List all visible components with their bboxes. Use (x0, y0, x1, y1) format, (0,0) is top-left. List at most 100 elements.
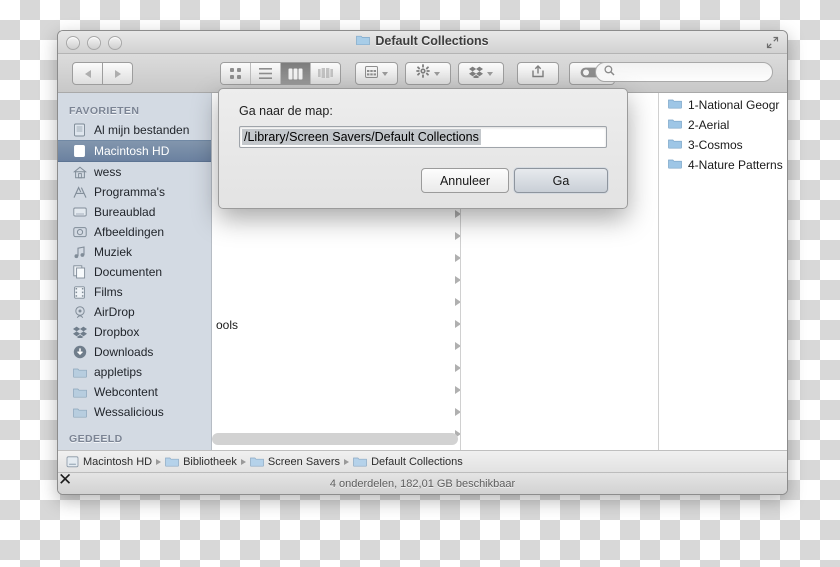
list-item[interactable]: 4-Nature Patterns (668, 155, 783, 175)
sidebar-item-label: wess (94, 165, 122, 179)
chevron-down-icon (434, 71, 440, 76)
sidebar-section-header-favorieten: FAVORIETEN (69, 105, 140, 117)
sidebar-item-label: Webcontent (94, 385, 158, 399)
fullscreen-expand-icon[interactable] (766, 36, 779, 49)
back-arrow-icon[interactable] (72, 62, 103, 85)
sidebar-item-downloads[interactable]: Downloads (58, 342, 211, 362)
file-list: 1-National Geogr 2-Aerial 3-Cosmos 4-Nat… (668, 95, 783, 175)
share-arrow-icon (531, 64, 545, 83)
sidebar-item-appletips[interactable]: appletips (58, 362, 211, 382)
breadcrumb-separator-icon (344, 458, 350, 465)
sidebar-item-webcontent[interactable]: Webcontent (58, 382, 211, 402)
sidebar-item-dropbox[interactable]: Dropbox (58, 322, 211, 342)
forward-arrow-icon[interactable] (103, 62, 133, 85)
list-item-label: 1-National Geogr (688, 98, 780, 112)
folder-icon (72, 405, 87, 420)
window-title-text: Default Collections (375, 34, 489, 48)
documents-icon (72, 265, 87, 280)
disclosure-triangle[interactable] (452, 357, 464, 379)
horizontal-scrollbar[interactable] (212, 433, 458, 445)
cancel-button[interactable]: Annuleer (421, 168, 509, 193)
sidebar-item-wessalicious[interactable]: Wessalicious (58, 402, 211, 422)
applications-icon (72, 185, 87, 200)
sidebar-item-label: Wessalicious (94, 405, 164, 419)
breadcrumb-item-default-collections[interactable]: Default Collections (353, 456, 463, 468)
dropbox-icon (469, 65, 483, 83)
page-title: Default Collections (58, 34, 787, 48)
partial-column-item[interactable]: ools (216, 318, 238, 332)
sidebar-item-muziek[interactable]: Muziek (58, 242, 211, 262)
path-input-value[interactable]: /Library/Screen Savers/Default Collectio… (242, 129, 481, 145)
window-titlebar[interactable]: Default Collections (58, 31, 787, 54)
list-view-button[interactable] (250, 63, 280, 84)
share-button[interactable] (517, 62, 559, 85)
close-marker-icon[interactable]: ✕ (58, 471, 72, 488)
folder-icon (668, 98, 682, 112)
search-field[interactable] (595, 62, 773, 82)
downloads-arrow-icon (72, 345, 87, 360)
list-item[interactable]: 3-Cosmos (668, 135, 783, 155)
disclosure-triangle[interactable] (452, 291, 464, 313)
go-to-folder-dialog: Ga naar de map: /Library/Screen Savers/D… (218, 88, 628, 209)
music-note-icon (72, 245, 87, 260)
sidebar-item-label: Muziek (94, 245, 133, 259)
chevron-down-icon (382, 71, 388, 76)
action-button[interactable] (405, 62, 451, 85)
sidebar-item-macintosh-hd[interactable]: Macintosh HD (58, 140, 211, 162)
disclosure-triangle[interactable] (452, 225, 464, 247)
sidebar-item-al-mijn-bestanden[interactable]: Al mijn bestanden (58, 120, 211, 140)
list-item-label: 2-Aerial (688, 118, 730, 132)
sidebar-section-header-gedeeld: GEDEELD (69, 433, 123, 445)
movies-film-icon (72, 285, 87, 300)
list-item-label: 3-Cosmos (688, 138, 743, 152)
sidebar-item-wess[interactable]: wess (58, 162, 211, 182)
sidebar-item-label: Downloads (94, 345, 154, 359)
sidebar-item-label: Bureaublad (94, 205, 156, 219)
folder-icon (72, 365, 87, 380)
airdrop-icon (72, 305, 87, 320)
list-item-label: 4-Nature Patterns (688, 158, 783, 172)
sidebar-item-label: Films (94, 285, 123, 299)
sidebar-item-bureaublad[interactable]: Bureaublad (58, 202, 211, 222)
status-text: 4 onderdelen, 182,01 GB beschikbaar (329, 477, 516, 490)
desktop-icon (72, 205, 87, 220)
breadcrumb-separator-icon (156, 458, 162, 465)
chevron-down-icon (487, 71, 493, 76)
breadcrumb-separator-icon (240, 458, 246, 465)
disclosure-triangle[interactable] (452, 247, 464, 269)
icon-view-button[interactable] (221, 63, 250, 84)
status-bar: 4 onderdelen, 182,01 GB beschikbaar (58, 472, 787, 494)
breadcrumb-item-bibliotheek[interactable]: Bibliotheek (165, 456, 237, 468)
hard-disk-icon (72, 144, 87, 159)
arrange-grid-icon (365, 65, 378, 83)
breadcrumb-item-screen-savers[interactable]: Screen Savers (250, 456, 340, 468)
sidebar-item-afbeeldingen[interactable]: Afbeeldingen (58, 222, 211, 242)
sidebar: FAVORIETEN Al mijn bestanden Macintosh H… (58, 93, 212, 474)
search-input[interactable] (620, 65, 764, 79)
folder-icon (668, 118, 682, 132)
disclosure-triangle[interactable] (452, 379, 464, 401)
arrange-button[interactable] (355, 62, 398, 85)
sidebar-item-documenten[interactable]: Documenten (58, 262, 211, 282)
list-item[interactable]: 1-National Geogr (668, 95, 783, 115)
go-button[interactable]: Ga (514, 168, 608, 193)
sidebar-item-airdrop[interactable]: AirDrop (58, 302, 211, 322)
list-item[interactable]: 2-Aerial (668, 115, 783, 135)
navigation-buttons (72, 62, 133, 85)
breadcrumb: Macintosh HD Bibliotheek Screen Savers D… (58, 450, 787, 472)
coverflow-view-button[interactable] (310, 63, 340, 84)
gear-icon (416, 64, 430, 83)
home-icon (72, 165, 87, 180)
breadcrumb-item-macintosh-hd[interactable]: Macintosh HD (66, 456, 152, 468)
disclosure-triangle[interactable] (452, 313, 464, 335)
disclosure-triangle[interactable] (452, 335, 464, 357)
sidebar-item-films[interactable]: Films (58, 282, 211, 302)
column-view-button[interactable] (280, 63, 310, 84)
disclosure-triangle[interactable] (452, 401, 464, 423)
sidebar-item-programmas[interactable]: Programma's (58, 182, 211, 202)
path-field[interactable]: /Library/Screen Savers/Default Collectio… (239, 126, 607, 148)
disclosure-triangle[interactable] (452, 269, 464, 291)
sidebar-item-label: Programma's (94, 185, 165, 199)
dropbox-button[interactable] (458, 62, 504, 85)
view-mode-segmented-control (220, 62, 341, 85)
